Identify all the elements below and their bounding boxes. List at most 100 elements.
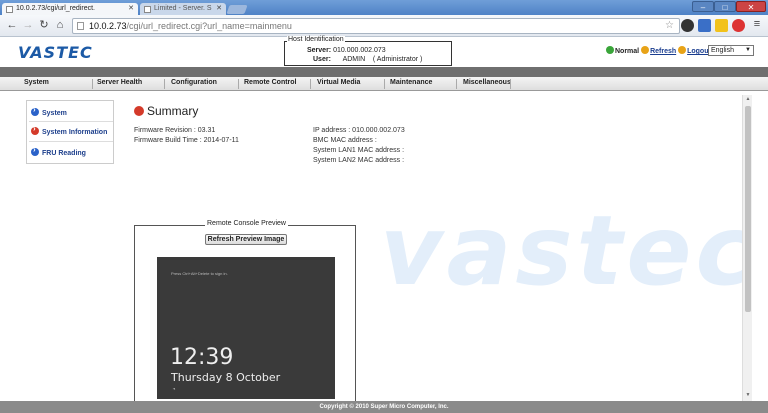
user-row: User: ADMIN ( Administrator ) — [313, 56, 422, 63]
sidebar-divider — [29, 121, 113, 122]
back-icon[interactable]: ← — [6, 19, 18, 32]
vastec-logo: VASTEC — [18, 43, 93, 62]
forward-icon[interactable]: → — [22, 19, 34, 32]
sidebar-item-system[interactable]: System — [31, 105, 67, 117]
menu-icon[interactable]: ≡ — [751, 18, 763, 31]
ip-address: IP address : 010.000.002.073 — [313, 127, 405, 134]
lock-screen-time: 12:39 — [170, 345, 234, 370]
page-title-text: Summary — [147, 104, 199, 118]
network-info: IP address : 010.000.002.073 BMC MAC add… — [313, 126, 405, 166]
sidebar-item-system-information[interactable]: System Information — [31, 124, 108, 136]
address-bar[interactable]: 10.0.2.73/cgi/url_redirect.cgi?url_name=… — [72, 18, 680, 34]
page-favicon-icon — [6, 6, 13, 13]
lan2-mac-address: System LAN2 MAC address : — [313, 157, 405, 164]
bmc-mac-address: BMC MAC address : — [313, 137, 377, 144]
sidebar-item-label: System Information — [42, 129, 108, 136]
network-icon: ◔ — [172, 387, 176, 393]
vastec-watermark: vastec — [380, 195, 742, 307]
lan1-mac-address: System LAN1 MAC address : — [313, 147, 405, 154]
status-ok-icon — [606, 46, 614, 54]
tab-label: 10.0.2.73/cgi/url_redirect. — [16, 5, 95, 12]
sidebar-divider — [29, 141, 113, 142]
minimize-button[interactable]: – — [692, 1, 714, 12]
status-text: Normal — [615, 48, 640, 55]
sidebar-item-fru-reading[interactable]: FRU Reading — [31, 145, 86, 157]
sidebar-item-label: FRU Reading — [42, 150, 86, 157]
extension-icon[interactable] — [681, 19, 694, 32]
firmware-build-time: Firmware Build Time : 2014-07-11 — [134, 137, 239, 144]
menu-separator — [92, 79, 93, 89]
maximize-button[interactable]: □ — [714, 1, 736, 12]
screen-hint: Press Ctrl+Alt+Delete to sign in. — [171, 271, 228, 276]
chevron-down-icon: ▼ — [745, 47, 751, 53]
sidebar-item-label: System — [42, 110, 67, 117]
page-favicon-icon — [144, 6, 151, 13]
page-title: Summary — [134, 104, 198, 118]
main-content: vastec Summary Firmware Revision : 03.31… — [120, 95, 742, 401]
main-menu-bar: System Server Health Configuration Remot… — [0, 77, 768, 91]
language-select[interactable]: English ▼ — [708, 45, 754, 56]
refresh-preview-button[interactable]: Refresh Preview Image — [205, 234, 287, 245]
header-status-area: Normal Refresh Logout — [606, 46, 711, 55]
reload-icon[interactable]: ↻ — [38, 19, 50, 32]
close-tab-icon[interactable]: ✕ — [128, 3, 134, 15]
menu-separator — [164, 79, 165, 89]
language-value: English — [711, 47, 734, 54]
menu-separator — [510, 79, 511, 89]
host-identification-legend: Host Identification — [287, 36, 345, 43]
server-row: Server: 010.000.002.073 — [307, 47, 386, 54]
close-window-button[interactable]: ✕ — [736, 1, 766, 12]
vertical-scrollbar[interactable]: ▲ ▼ — [742, 95, 752, 401]
server-value: 010.000.002.073 — [333, 47, 386, 54]
console-preview-image[interactable]: Press Ctrl+Alt+Delete to sign in. 12:39 … — [157, 257, 335, 399]
menu-separator — [238, 79, 239, 89]
server-label: Server: — [307, 47, 332, 54]
summary-icon — [134, 106, 144, 116]
host-identification: Host Identification Server: 010.000.002.… — [284, 36, 452, 66]
url-host: 10.0.2.73 — [89, 21, 127, 31]
refresh-link[interactable]: Refresh — [650, 48, 676, 55]
menu-virtual-media[interactable]: Virtual Media — [317, 79, 360, 86]
menu-system[interactable]: System — [24, 79, 49, 86]
page-footer: Copyright © 2010 Super Micro Computer, I… — [0, 401, 768, 413]
arrow-circle-icon — [31, 105, 39, 116]
menu-server-health[interactable]: Server Health — [97, 79, 142, 86]
new-tab-button[interactable] — [226, 5, 248, 14]
extension-icon[interactable] — [732, 19, 745, 32]
lock-screen-date: Thursday 8 October — [171, 371, 281, 384]
menu-separator — [310, 79, 311, 89]
arrow-circle-icon — [31, 124, 39, 135]
menu-separator — [384, 79, 385, 89]
extension-icon[interactable] — [715, 19, 728, 32]
browser-window: 10.0.2.73/cgi/url_redirect. ✕ Limited - … — [0, 0, 768, 413]
menu-separator — [456, 79, 457, 89]
logout-icon[interactable] — [678, 46, 687, 54]
page-icon — [77, 22, 84, 30]
user-value: ADMIN — [342, 56, 366, 63]
user-role: ( Administrator ) — [372, 56, 423, 63]
tab-strip: 10.0.2.73/cgi/url_redirect. ✕ Limited - … — [0, 0, 768, 15]
browser-toolbar: ← → ↻ ⌂ 10.0.2.73/cgi/url_redirect.cgi?u… — [0, 15, 768, 37]
refresh-icon[interactable] — [641, 46, 650, 54]
arrow-circle-icon — [31, 145, 39, 156]
sidebar: System System Information FRU Reading — [26, 100, 114, 164]
extension-icon[interactable] — [698, 19, 711, 32]
bookmark-star-icon[interactable]: ☆ — [665, 19, 674, 33]
menu-miscellaneous[interactable]: Miscellaneous — [463, 79, 511, 86]
firmware-info: Firmware Revision : 03.31 Firmware Build… — [134, 126, 239, 146]
scroll-up-icon[interactable]: ▲ — [743, 96, 753, 104]
menu-remote-control[interactable]: Remote Control — [244, 79, 297, 86]
menu-maintenance[interactable]: Maintenance — [390, 79, 432, 86]
home-icon[interactable]: ⌂ — [54, 19, 66, 32]
tab-mainmenu[interactable]: 10.0.2.73/cgi/url_redirect. ✕ — [2, 3, 138, 15]
remote-console-legend: Remote Console Preview — [205, 220, 288, 227]
header-divider-bar — [0, 67, 768, 77]
scrollbar-thumb[interactable] — [745, 106, 751, 312]
url-path: /cgi/url_redirect.cgi?url_name=mainmenu — [126, 21, 292, 31]
tab-limited-server[interactable]: Limited - Server. S ✕ — [140, 3, 226, 15]
remote-console-preview: Remote Console Preview Refresh Preview I… — [134, 220, 356, 401]
menu-configuration[interactable]: Configuration — [171, 79, 217, 86]
scroll-down-icon[interactable]: ▼ — [743, 392, 753, 400]
tab-label: Limited - Server. S — [154, 5, 212, 12]
close-tab-icon[interactable]: ✕ — [216, 3, 222, 15]
